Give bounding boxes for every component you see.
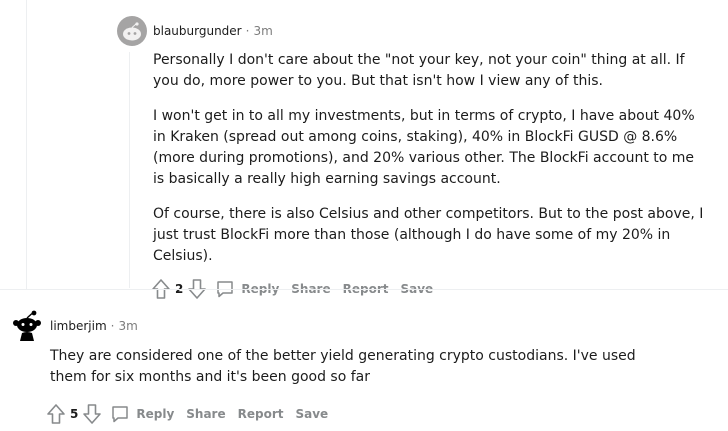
- comment-actions: 5 Reply Share Report Save: [46, 402, 720, 426]
- reply-button[interactable]: Reply: [110, 404, 174, 424]
- comment-body: Personally I don't care about the "not y…: [153, 50, 708, 267]
- comment-body: They are considered one of the better yi…: [50, 346, 665, 388]
- author-name[interactable]: blauburgunder: [153, 24, 242, 38]
- comment: blauburgunder · 3m Personally I don't ca…: [117, 15, 722, 301]
- comment-paragraph: They are considered one of the better yi…: [50, 348, 636, 385]
- comment-bubble-icon: [112, 406, 129, 423]
- separator: ·: [245, 24, 250, 38]
- author-name[interactable]: limberjim: [50, 319, 107, 333]
- report-button[interactable]: Report: [238, 407, 284, 421]
- comment-paragraph: I won't get in to all my investments, bu…: [153, 108, 695, 187]
- avatar[interactable]: [10, 309, 44, 343]
- upvote-icon[interactable]: [46, 403, 66, 425]
- snoo-icon: [123, 22, 141, 41]
- avatar[interactable]: [117, 16, 147, 46]
- save-button[interactable]: Save: [295, 407, 328, 421]
- downvote-icon[interactable]: [82, 403, 102, 425]
- reply-label: Reply: [136, 407, 175, 421]
- timestamp[interactable]: 3m: [253, 24, 272, 38]
- vote-score: 5: [70, 407, 79, 421]
- thread-separator: [0, 289, 728, 290]
- share-button[interactable]: Share: [186, 407, 225, 421]
- comment: limberjim · 3m They are considered one o…: [10, 310, 720, 426]
- comment-paragraph: Of course, there is also Celsius and oth…: [153, 206, 704, 264]
- timestamp[interactable]: 3m: [118, 319, 137, 333]
- snoo-icon: [13, 310, 41, 341]
- comment-header: limberjim · 3m: [10, 310, 720, 342]
- thread-line-outer[interactable]: [26, 0, 27, 289]
- comment-paragraph: Personally I don't care about the "not y…: [153, 52, 685, 89]
- separator: ·: [110, 319, 115, 333]
- comment-header: blauburgunder · 3m: [117, 15, 722, 47]
